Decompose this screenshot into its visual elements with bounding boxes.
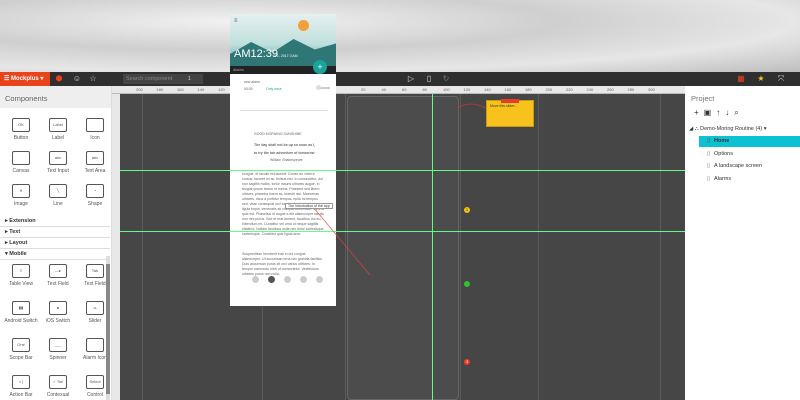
page-item[interactable]: ▯ Alarms [699, 174, 800, 185]
annotation-marker-red[interactable]: 3 [464, 359, 470, 365]
project-root-label: Demo-Moring Routine (4) [700, 126, 763, 132]
annotation-marker-green[interactable] [464, 281, 470, 287]
callout-label[interactable]: The introduction of the app [285, 203, 333, 209]
page-icon: ▯ [707, 163, 711, 169]
page-item[interactable]: ▯ A landscape screen [699, 161, 800, 172]
save-icon[interactable]: ▣ [704, 108, 717, 117]
page-icon: ▯ [707, 138, 711, 144]
project-toolbar: +▣↑↓⌕ [685, 108, 800, 118]
search-icon[interactable]: ⌕ [734, 108, 743, 117]
page-label: A landscape screen [714, 163, 763, 169]
add-page-icon[interactable]: + [694, 108, 704, 117]
page-item[interactable]: ▯ Options [699, 149, 800, 160]
annotation-lines [312, 103, 487, 276]
annotation-marker-yellow[interactable]: 1 [464, 207, 470, 213]
project-panel: Project +▣↑↓⌕ ◢ ⛬ Demo-Moring Routine (4… [685, 86, 800, 400]
page-label: Home [714, 138, 730, 144]
page-item[interactable]: ▯ Home [699, 136, 800, 147]
page-label: Options [714, 150, 733, 157]
move-up-icon[interactable]: ↑ [716, 108, 725, 117]
move-down-icon[interactable]: ↓ [725, 108, 734, 117]
project-root[interactable]: ◢ ⛬ Demo-Moring Routine (4) ▾ [689, 126, 767, 133]
project-title: Project [691, 94, 715, 103]
page-icon: ▯ [707, 175, 711, 182]
page-label: Alarms [714, 175, 732, 182]
page-icon: ▯ [707, 150, 711, 157]
